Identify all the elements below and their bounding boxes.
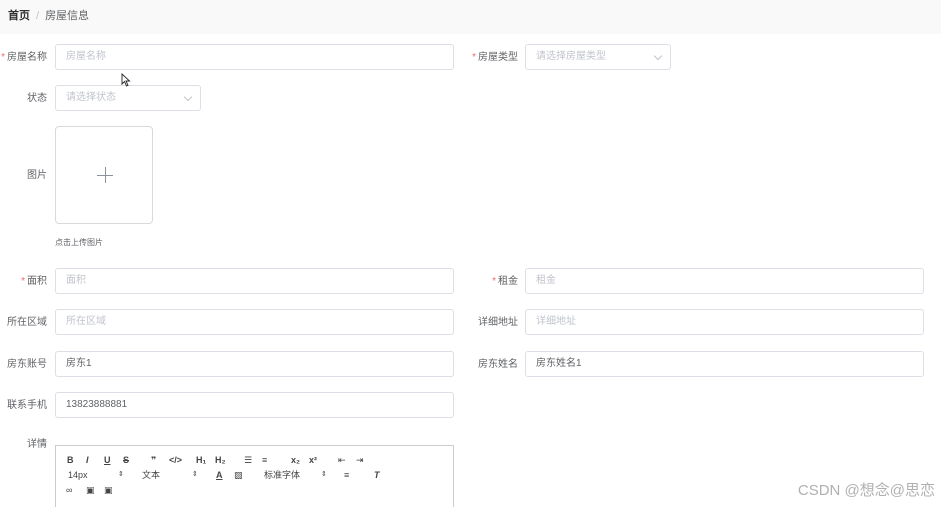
house-name-input[interactable]: 房屋名称 — [55, 44, 454, 70]
rich-text-editor[interactable]: B I U S ❞ </> H₁ H₂ ☰ ≡ x₂ x² ⇤ ⇥ 14px ⇕… — [55, 445, 454, 507]
region-label: 所在区域 — [7, 317, 47, 328]
rent-label: * 租金 — [492, 276, 518, 287]
font-size-select[interactable]: 14px — [68, 469, 88, 481]
house-name-label: * 房屋名称 — [1, 52, 47, 63]
breadcrumb-current: 房屋信息 — [45, 10, 90, 22]
landlord-name-input[interactable]: 房东姓名1 — [525, 351, 924, 377]
bullet-list-icon[interactable]: ≡ — [262, 454, 267, 466]
italic-button[interactable]: I — [86, 454, 89, 466]
phone-label: 联系手机 — [7, 400, 47, 411]
header-2-button[interactable]: H₂ — [215, 454, 226, 466]
image-label: 图片 — [27, 170, 47, 181]
landlord-account-input[interactable]: 房东1 — [55, 351, 454, 377]
subscript-button[interactable]: x₂ — [291, 454, 300, 466]
breadcrumb-bar: 首页 / 房屋信息 — [0, 0, 941, 34]
chevron-updown-icon: ⇕ — [118, 471, 124, 478]
status-select[interactable]: 请选择状态 — [55, 85, 201, 111]
video-icon[interactable]: ▣ — [104, 484, 113, 496]
house-type-select[interactable]: 请选择房屋类型 — [525, 44, 671, 70]
clear-format-icon[interactable]: T — [374, 469, 380, 481]
font-color-icon[interactable]: A — [216, 469, 223, 481]
outdent-icon[interactable]: ⇤ — [338, 454, 346, 466]
background-color-icon[interactable]: ▨ — [234, 469, 243, 481]
rent-input[interactable]: 租金 — [525, 268, 924, 294]
landlord-account-label: 房东账号 — [7, 359, 47, 370]
header-1-button[interactable]: H₁ — [196, 454, 206, 466]
image-uploader[interactable] — [55, 126, 153, 224]
bold-button[interactable]: B — [67, 454, 74, 466]
area-label: * 面积 — [21, 276, 47, 287]
chevron-down-icon — [183, 92, 193, 102]
image-icon[interactable]: ▣ — [86, 484, 95, 496]
chevron-updown-icon: ⇕ — [321, 471, 327, 478]
chevron-updown-icon: ⇕ — [192, 471, 198, 478]
upload-hint: 点击上传图片 — [55, 238, 103, 247]
phone-input[interactable]: 13823888881 — [55, 392, 454, 418]
underline-button[interactable]: U — [104, 454, 111, 466]
header-select[interactable]: 文本 — [142, 469, 160, 481]
ordered-list-icon[interactable]: ☰ — [244, 454, 252, 466]
blockquote-button[interactable]: ❞ — [151, 454, 156, 466]
align-icon[interactable]: ≡ — [344, 469, 349, 481]
breadcrumb-home[interactable]: 首页 — [8, 10, 30, 22]
chevron-down-icon — [653, 51, 663, 61]
link-icon[interactable]: ∞ — [66, 484, 72, 496]
region-input[interactable]: 所在区域 — [55, 309, 454, 335]
watermark: CSDN @想念@思恋 — [797, 482, 935, 499]
font-family-select[interactable]: 标准字体 — [264, 469, 300, 481]
status-label: 状态 — [27, 93, 47, 104]
indent-icon[interactable]: ⇥ — [356, 454, 364, 466]
breadcrumb: 首页 / 房屋信息 — [8, 7, 89, 23]
area-input[interactable]: 面积 — [55, 268, 454, 294]
landlord-name-label: 房东姓名 — [478, 359, 518, 370]
details-label: 详情 — [27, 439, 47, 450]
address-label: 详细地址 — [478, 317, 518, 328]
address-input[interactable]: 详细地址 — [525, 309, 924, 335]
plus-icon-vertical — [105, 167, 106, 183]
code-block-button[interactable]: </> — [169, 454, 182, 466]
breadcrumb-separator: / — [36, 10, 40, 22]
house-type-label: * 房屋类型 — [472, 52, 518, 63]
superscript-button[interactable]: x² — [309, 454, 317, 466]
strike-button[interactable]: S — [123, 454, 129, 466]
